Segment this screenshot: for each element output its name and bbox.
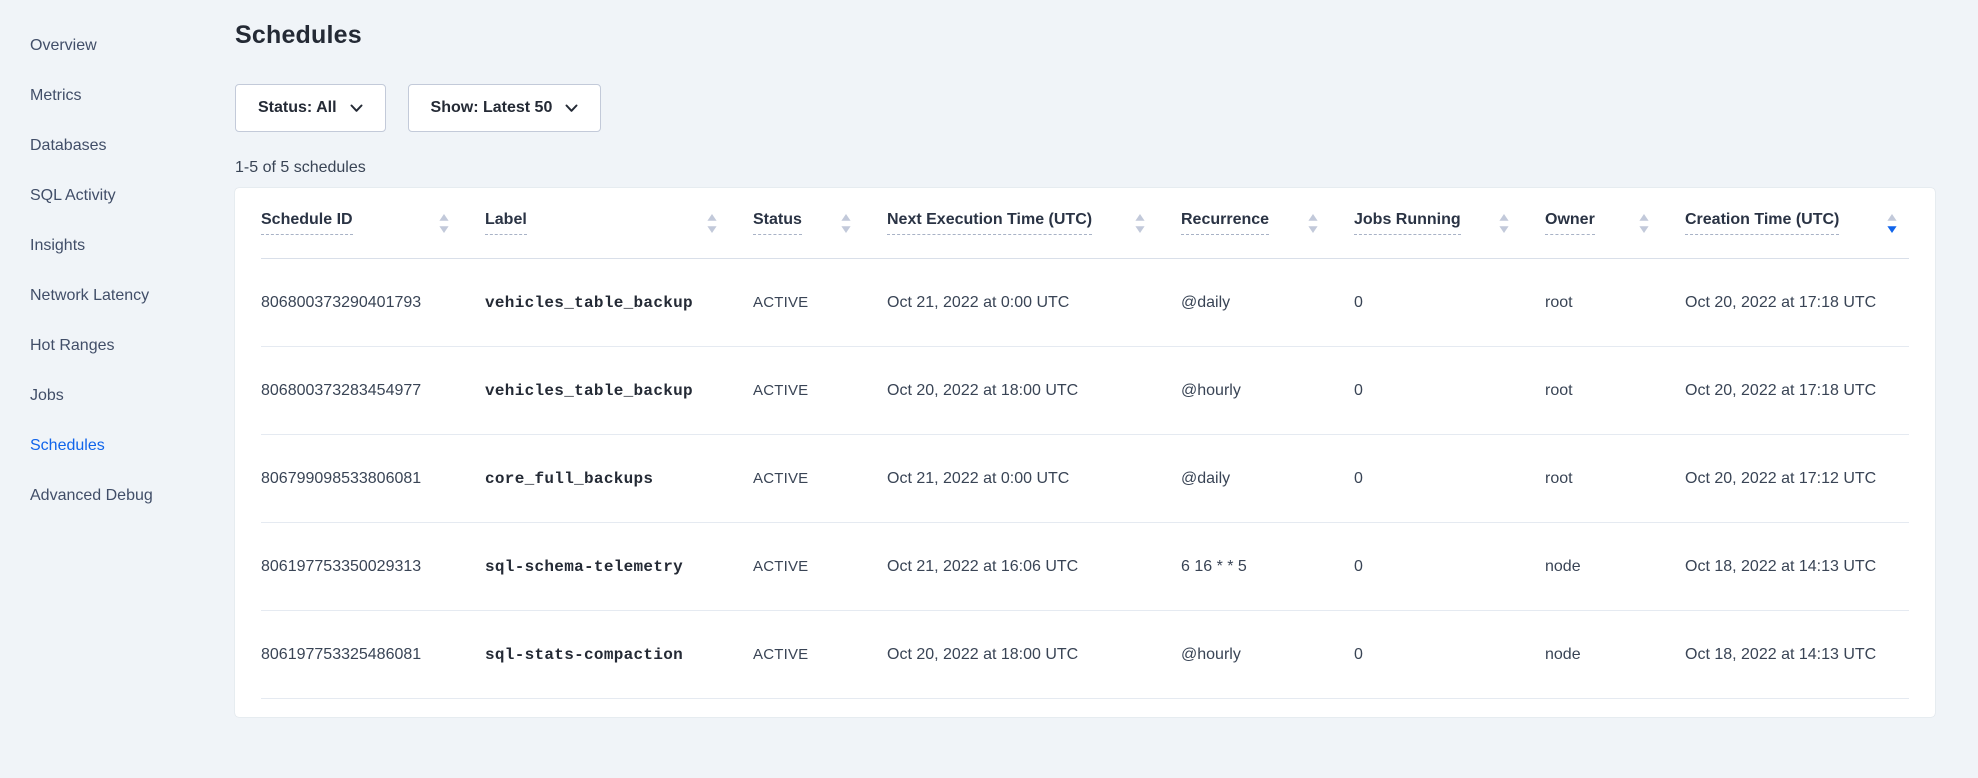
sidebar-item-metrics[interactable]: Metrics	[0, 71, 235, 121]
filter-bar: Status: All Show: Latest 50	[235, 84, 1935, 132]
cell-owner: root	[1545, 470, 1685, 488]
sort-icon	[1308, 214, 1318, 233]
cell-next-execution-time: Oct 21, 2022 at 0:00 UTC	[887, 470, 1181, 488]
cell-next-execution-time: Oct 21, 2022 at 16:06 UTC	[887, 558, 1181, 576]
results-count: 1-5 of 5 schedules	[235, 158, 1935, 178]
column-header-label[interactable]: Label	[485, 211, 753, 235]
column-header-label: Owner	[1545, 211, 1595, 235]
sort-icon	[841, 214, 851, 233]
column-header-owner[interactable]: Owner	[1545, 211, 1685, 235]
column-header-creation-time-utc[interactable]: Creation Time (UTC)	[1685, 211, 1909, 235]
sidebar-item-advanced-debug[interactable]: Advanced Debug	[0, 471, 235, 521]
cell-recurrence: 6 16 * * 5	[1181, 558, 1354, 576]
sidebar-item-jobs[interactable]: Jobs	[0, 371, 235, 421]
schedule-row: 806800373283454977vehicles_table_backupA…	[261, 347, 1909, 435]
column-header-recurrence[interactable]: Recurrence	[1181, 211, 1354, 235]
table-header-row: Schedule ID Label Status Next Execution Tim…	[261, 188, 1909, 259]
cell-label[interactable]: sql-schema-telemetry	[485, 558, 753, 576]
cell-owner: root	[1545, 382, 1685, 400]
cell-status: ACTIVE	[753, 646, 887, 663]
sort-icon	[1135, 214, 1145, 233]
table-body: 806800373290401793vehicles_table_backupA…	[261, 259, 1909, 699]
cell-label[interactable]: vehicles_table_backup	[485, 382, 753, 400]
cell-label[interactable]: sql-stats-compaction	[485, 646, 753, 664]
page-title: Schedules	[235, 20, 1935, 50]
cell-recurrence: @daily	[1181, 294, 1354, 312]
sidebar-item-network-latency[interactable]: Network Latency	[0, 271, 235, 321]
cell-creation-time: Oct 20, 2022 at 17:18 UTC	[1685, 294, 1909, 312]
cell-owner: root	[1545, 294, 1685, 312]
column-header-jobs-running[interactable]: Jobs Running	[1354, 211, 1545, 235]
sidebar-item-insights[interactable]: Insights	[0, 221, 235, 271]
cell-label[interactable]: core_full_backups	[485, 470, 753, 488]
sort-icon	[1887, 214, 1897, 233]
cell-creation-time: Oct 20, 2022 at 17:18 UTC	[1685, 382, 1909, 400]
cell-jobs-running: 0	[1354, 382, 1545, 400]
cell-recurrence: @daily	[1181, 470, 1354, 488]
sidebar-item-sql-activity[interactable]: SQL Activity	[0, 171, 235, 221]
schedule-row: 806197753350029313sql-schema-telemetryAC…	[261, 523, 1909, 611]
cell-schedule-id: 806197753325486081	[261, 646, 485, 664]
cell-creation-time: Oct 18, 2022 at 14:13 UTC	[1685, 646, 1909, 664]
sidebar-item-overview[interactable]: Overview	[0, 21, 235, 71]
chevron-down-icon	[565, 104, 578, 113]
status-filter-label: Status: All	[258, 99, 337, 117]
column-header-label: Label	[485, 211, 527, 235]
cell-status: ACTIVE	[753, 382, 887, 399]
cell-schedule-id: 806800373283454977	[261, 382, 485, 400]
schedule-row: 806197753325486081sql-stats-compactionAC…	[261, 611, 1909, 699]
cell-recurrence: @hourly	[1181, 646, 1354, 664]
column-header-label: Jobs Running	[1354, 211, 1461, 235]
cell-jobs-running: 0	[1354, 646, 1545, 664]
show-filter-dropdown[interactable]: Show: Latest 50	[408, 84, 602, 132]
column-header-label: Next Execution Time (UTC)	[887, 211, 1092, 235]
main-content: Schedules Status: All Show: Latest 50 1-…	[235, 0, 1935, 717]
cell-jobs-running: 0	[1354, 294, 1545, 312]
cell-schedule-id: 806197753350029313	[261, 558, 485, 576]
schedule-row: 806800373290401793vehicles_table_backupA…	[261, 259, 1909, 347]
sidebar-item-databases[interactable]: Databases	[0, 121, 235, 171]
sort-icon	[1639, 214, 1649, 233]
cell-recurrence: @hourly	[1181, 382, 1354, 400]
chevron-down-icon	[350, 104, 363, 113]
column-header-label: Status	[753, 211, 802, 235]
cell-next-execution-time: Oct 20, 2022 at 18:00 UTC	[887, 382, 1181, 400]
sort-icon	[1499, 214, 1509, 233]
cell-creation-time: Oct 18, 2022 at 14:13 UTC	[1685, 558, 1909, 576]
cell-next-execution-time: Oct 21, 2022 at 0:00 UTC	[887, 294, 1181, 312]
status-filter-dropdown[interactable]: Status: All	[235, 84, 386, 132]
sidebar: OverviewMetricsDatabasesSQL ActivityInsi…	[0, 21, 235, 521]
cell-creation-time: Oct 20, 2022 at 17:12 UTC	[1685, 470, 1909, 488]
cell-jobs-running: 0	[1354, 558, 1545, 576]
cell-jobs-running: 0	[1354, 470, 1545, 488]
cell-label[interactable]: vehicles_table_backup	[485, 294, 753, 312]
column-header-label: Creation Time (UTC)	[1685, 211, 1839, 235]
column-header-status[interactable]: Status	[753, 211, 887, 235]
column-header-label: Recurrence	[1181, 211, 1269, 235]
cell-status: ACTIVE	[753, 294, 887, 311]
sidebar-item-schedules[interactable]: Schedules	[0, 421, 235, 471]
cell-owner: node	[1545, 558, 1685, 576]
cell-schedule-id: 806799098533806081	[261, 470, 485, 488]
show-filter-label: Show: Latest 50	[431, 99, 553, 117]
sidebar-item-hot-ranges[interactable]: Hot Ranges	[0, 321, 235, 371]
sort-icon	[439, 214, 449, 233]
column-header-schedule-id[interactable]: Schedule ID	[261, 211, 485, 235]
schedule-row: 806799098533806081core_full_backupsACTIV…	[261, 435, 1909, 523]
schedules-table-card: Schedule ID Label Status Next Execution Tim…	[235, 188, 1935, 717]
cell-status: ACTIVE	[753, 558, 887, 575]
sort-icon	[707, 214, 717, 233]
cell-status: ACTIVE	[753, 470, 887, 487]
cell-owner: node	[1545, 646, 1685, 664]
column-header-next-execution-time-utc[interactable]: Next Execution Time (UTC)	[887, 211, 1181, 235]
cell-schedule-id: 806800373290401793	[261, 294, 485, 312]
cell-next-execution-time: Oct 20, 2022 at 18:00 UTC	[887, 646, 1181, 664]
column-header-label: Schedule ID	[261, 211, 353, 235]
